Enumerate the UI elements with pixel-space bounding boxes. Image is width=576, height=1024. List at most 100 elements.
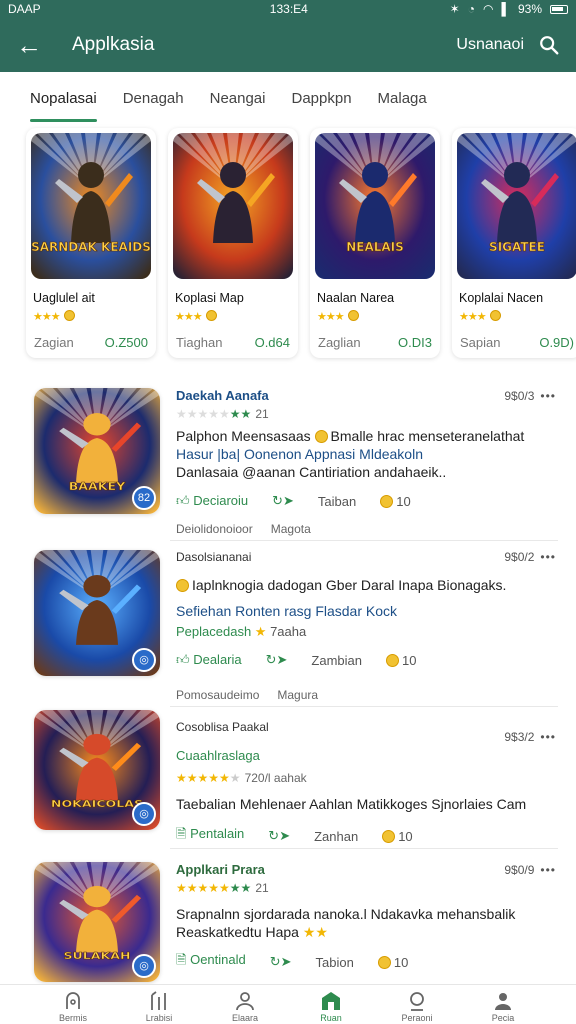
app-date: 9$0/3 — [504, 388, 535, 403]
app-description: Taebalian Mehlenaer Aahlan Matikkoges Sj… — [176, 796, 527, 812]
gamepad-icon — [66, 992, 80, 1009]
app-description-more: Reaskatkedtu Hapa ★★ — [176, 924, 328, 940]
nav-item-pecia[interactable]: Pecia — [473, 989, 533, 1024]
bottom-navigation: Bermis Lrabisi Elaara Ruan Peraoni Pecia — [0, 984, 576, 1024]
svg-text:SIGATEE: SIGATEE — [489, 240, 545, 254]
featured-name: Koplasi Map — [175, 291, 244, 305]
coin-icon — [205, 310, 217, 321]
app-rating: ★★★★★★★ 21 — [176, 881, 269, 895]
featured-card[interactable]: NEALAIS Naalan Narea ★★★ Zaglian O.DI3 — [310, 128, 440, 358]
nav-item-ruan[interactable]: Ruan — [301, 989, 361, 1024]
coin-icon — [63, 310, 75, 321]
svg-text:BAAKEY: BAAKEY — [69, 480, 126, 493]
tab-denagah[interactable]: Denagah — [123, 80, 184, 124]
featured-price: O.9D) — [539, 335, 574, 350]
app-date: 9$0/2 — [504, 550, 535, 564]
nav-item-elaara[interactable]: Elaara — [215, 989, 275, 1024]
more-options-icon[interactable]: ••• — [540, 863, 556, 877]
app-name: Applkari Prara — [176, 862, 265, 877]
app-rating: ★★★★★★★ 21 — [176, 407, 269, 421]
coin-icon — [347, 310, 359, 321]
store-icon — [322, 992, 340, 1010]
tab-nopalasai[interactable]: Nopalasai — [30, 80, 97, 124]
app-date: 9$3/2 — [504, 730, 535, 744]
meta-developer: Deiolidonoioor — [176, 522, 253, 536]
search-icon[interactable] — [538, 34, 560, 56]
app-description-link[interactable]: Hasur |ba| Oonenon Appnasi Mldeakoln — [176, 445, 556, 463]
meta-category: Magura — [277, 688, 319, 702]
profile-icon — [495, 993, 511, 1010]
status-icons: ✶ ◔ ◠ ▌ 93% — [450, 2, 568, 16]
save-button[interactable]: Tabion — [316, 955, 354, 970]
like-button[interactable]: 🗎 Oentinald — [176, 951, 246, 973]
nav-item-bermis[interactable]: Bermis — [43, 989, 103, 1024]
coin-icon — [314, 430, 328, 443]
status-bar: DAAP 133:E4 ✶ ◔ ◠ ▌ 93% — [0, 0, 576, 18]
coin-count: 10 — [380, 494, 411, 509]
app-description: Srapnalnn sjordarada nanoka.l Ndakavka m… — [176, 906, 516, 922]
featured-rating: ★★★ — [173, 310, 293, 323]
featured-name: Koplalai Nacen — [459, 291, 544, 305]
app-thumbnail: SULAKAH ◎ — [34, 862, 160, 982]
app-date: 9$0/9 — [504, 862, 535, 877]
coin-count: 10 — [377, 955, 408, 970]
battery-icon — [550, 4, 568, 14]
app-description: Iaplnknogia dadogan Gber Daral Inapa Bio… — [176, 576, 556, 594]
tab-dappkpn[interactable]: Dappkpn — [292, 80, 352, 124]
featured-name: Uaglulel ait — [33, 291, 95, 305]
share-icon[interactable]: ↻➤ — [268, 828, 290, 844]
save-button[interactable]: Taiban — [318, 494, 356, 509]
nav-item-lrabisi[interactable]: Lrabisi — [129, 989, 189, 1024]
featured-artwork: NEALAIS — [315, 133, 435, 279]
app-name: Dasolsiananai — [176, 550, 252, 564]
like-button[interactable]: 👍︎ Dealaria — [176, 652, 242, 668]
save-button[interactable]: Zanhan — [314, 829, 358, 844]
featured-price: O.DI3 — [398, 335, 432, 350]
featured-artwork — [173, 133, 293, 279]
featured-artwork: SIGATEE — [457, 133, 576, 279]
nav-item-peraoni[interactable]: Peraoni — [387, 989, 447, 1024]
app-description-link[interactable]: Sefiehan Ronten rasg Flasdar Kock — [176, 602, 556, 620]
coin-icon — [489, 310, 501, 321]
tools-icon — [151, 991, 166, 1010]
featured-card[interactable]: SARNDAK KEAIDS Uaglulel ait ★★★ Zagian O.… — [26, 128, 156, 358]
wifi-icon: ◠ — [482, 2, 494, 16]
featured-label: Zagian — [34, 335, 74, 350]
share-icon[interactable]: ↻➤ — [266, 652, 288, 668]
appbar-action-button[interactable]: Usnanaoi — [456, 36, 524, 54]
meta-category: Magota — [270, 522, 311, 536]
platform-badge-icon: ◎ — [132, 954, 156, 978]
featured-label: Zaglian — [318, 335, 361, 350]
page-title: Applkasia — [72, 34, 155, 55]
featured-rating: ★★★ — [315, 310, 435, 323]
like-button[interactable]: 🗎 Pentalain — [176, 825, 244, 847]
share-icon[interactable]: ↻➤ — [272, 493, 294, 509]
meta-developer: Pomosaudeimo — [176, 688, 260, 702]
featured-price: O.Z500 — [104, 335, 148, 350]
save-button[interactable]: Zambian — [311, 653, 362, 668]
battery-percent: 93% — [517, 2, 542, 16]
signal-icon: ▌ — [501, 2, 510, 16]
more-options-icon[interactable]: ••• — [540, 389, 556, 403]
back-arrow-icon[interactable]: ← — [16, 32, 56, 58]
app-meta: Pomosaudeimo Magura — [176, 688, 318, 702]
app-name: Cosoblisa Paakal — [176, 720, 269, 734]
featured-label: Tiaghan — [176, 335, 223, 350]
app-bar: ← Applkasia Usnanaoi — [0, 18, 576, 72]
app-thumbnail: BAAKEY 82 — [34, 388, 160, 514]
carrier-label: DAAP — [8, 2, 41, 16]
tab-neangai[interactable]: Neangai — [210, 80, 266, 124]
more-options-icon[interactable]: ••• — [540, 550, 556, 564]
featured-name: Naalan Narea — [317, 291, 395, 305]
platform-badge-icon: 82 — [132, 486, 156, 510]
more-options-icon[interactable]: ••• — [540, 730, 556, 744]
app-meta: Deiolidonoioor Magota — [176, 522, 311, 536]
featured-card[interactable]: Koplasi Map ★★★ Tiaghan O.d64 — [168, 128, 298, 358]
svg-text:SULAKAH: SULAKAH — [63, 950, 130, 961]
featured-card[interactable]: SIGATEE Koplalai Nacen ★★★ Sapian O.9D) — [452, 128, 576, 358]
tab-malaga[interactable]: Malaga — [378, 80, 427, 124]
share-icon[interactable]: ↻➤ — [270, 954, 292, 970]
like-button[interactable]: 👍︎ Deciaroiu — [176, 493, 248, 509]
app-rating: ★★★★★★ 720/l aahak — [176, 771, 307, 785]
divider — [170, 706, 558, 707]
